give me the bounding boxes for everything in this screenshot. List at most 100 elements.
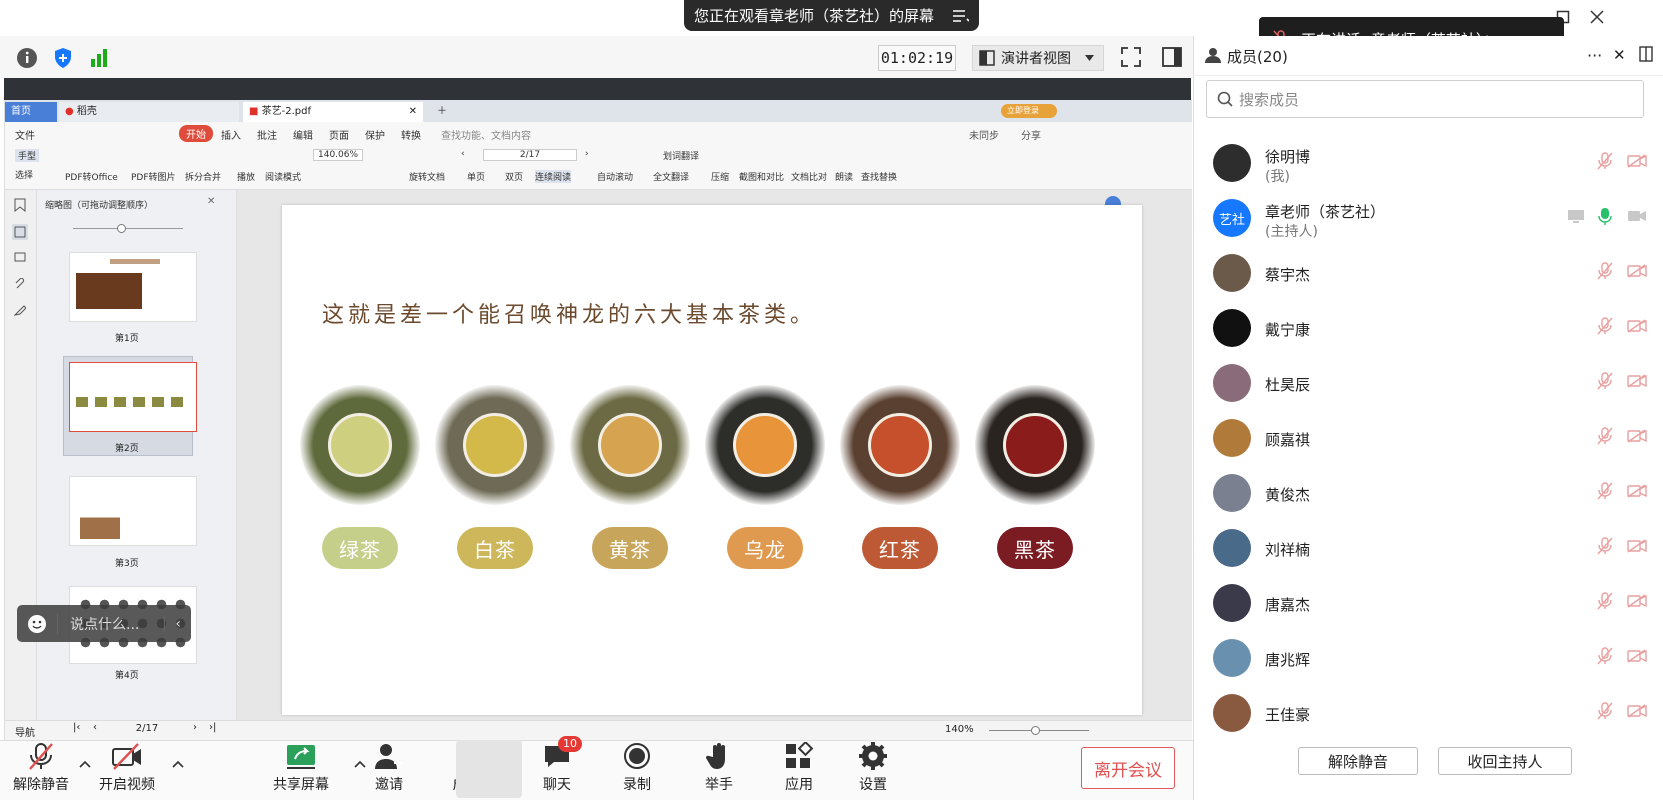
menu-annotate[interactable]: 批注 <box>257 127 277 142</box>
member-row[interactable]: 蔡宇杰 <box>1193 246 1663 301</box>
attachment-icon[interactable] <box>14 278 26 290</box>
tool-find-replace[interactable]: 查找替换 <box>861 170 897 183</box>
tool-play[interactable]: 播放 <box>237 170 255 183</box>
leave-meeting-button[interactable]: 离开会议 <box>1081 747 1175 789</box>
tool-screenshot-compare[interactable]: 截图和对比 <box>739 170 784 183</box>
collapse-icon[interactable]: ‹ <box>164 615 181 632</box>
camera-off-icon[interactable] <box>1627 649 1647 663</box>
thumbnail-page-1[interactable] <box>69 252 197 322</box>
zoom-field[interactable]: 140.06% <box>313 149 364 161</box>
tool-split-merge[interactable]: 拆分合并 <box>185 170 221 183</box>
member-row[interactable]: 刘祥楠 <box>1193 521 1663 576</box>
menu-convert[interactable]: 转换 <box>401 127 421 142</box>
login-button[interactable]: 立即登录 <box>1001 104 1057 118</box>
audio-options-chevron[interactable] <box>79 760 91 768</box>
share-options-chevron[interactable] <box>354 760 366 768</box>
mic-muted-icon[interactable] <box>1597 482 1613 500</box>
danmaku-input[interactable]: 说点什么... ‹ <box>17 605 191 642</box>
camera-off-icon[interactable] <box>1627 594 1647 608</box>
camera-off-icon[interactable] <box>1627 209 1647 223</box>
prev-page-status-icon[interactable]: ‹ <box>93 722 97 733</box>
share-link[interactable]: 分享 <box>1021 127 1041 142</box>
menu-file[interactable]: 文件 <box>15 127 35 142</box>
camera-off-icon[interactable] <box>1627 539 1647 553</box>
next-page-status-icon[interactable]: › <box>193 722 197 733</box>
tool-continuous[interactable]: 连续阅读 <box>535 170 572 183</box>
close-icon[interactable] <box>1590 10 1604 24</box>
thumbnail-icon[interactable] <box>12 224 28 240</box>
signal-icon[interactable] <box>88 47 110 69</box>
mic-on-icon[interactable] <box>1597 207 1613 225</box>
member-row[interactable]: 唐兆辉 <box>1193 631 1663 686</box>
tool-compress[interactable]: 压缩 <box>711 170 729 183</box>
tab-pdf[interactable]: ■ 茶艺-2.pdf ✕ <box>243 102 423 122</box>
share-button[interactable]: 共享屏幕 <box>268 742 334 798</box>
video-button[interactable]: 开启视频 <box>94 742 160 798</box>
tab-daoke[interactable]: ● 稻壳 <box>59 102 239 122</box>
mic-muted-icon[interactable] <box>1597 152 1613 170</box>
settings-button[interactable]: 设置 <box>840 742 906 798</box>
menu-icon[interactable] <box>953 9 969 23</box>
member-row[interactable]: 唐嘉杰 <box>1193 576 1663 631</box>
tool-auto-scroll[interactable]: 自动滚动 <box>597 170 633 183</box>
mic-muted-icon[interactable] <box>1597 317 1613 335</box>
camera-off-icon[interactable] <box>1627 484 1647 498</box>
mic-muted-icon[interactable] <box>1597 427 1613 445</box>
camera-off-icon[interactable] <box>1627 264 1647 278</box>
member-row[interactable]: 艺社 章老师（茶艺社） (主持人) <box>1193 191 1663 246</box>
mic-muted-icon[interactable] <box>1597 702 1613 720</box>
tool-pdf-to-office[interactable]: PDF转Office <box>65 170 118 183</box>
camera-off-icon[interactable] <box>1627 374 1647 388</box>
tab-close-icon[interactable]: ✕ <box>409 102 417 122</box>
invite-button[interactable]: 邀请 <box>356 742 422 798</box>
camera-off-icon[interactable] <box>1627 429 1647 443</box>
reader-search-field[interactable]: 查找功能、文档内容 <box>441 127 531 142</box>
sidebar-toggle-icon[interactable] <box>1162 47 1182 67</box>
tab-home[interactable]: 首页 <box>5 102 57 122</box>
tool-reading-mode[interactable]: 阅读模式 <box>265 170 301 183</box>
tool-select[interactable]: 选择 <box>15 168 33 181</box>
mic-muted-icon[interactable] <box>1597 372 1613 390</box>
mic-muted-icon[interactable] <box>1597 537 1613 555</box>
mute-button[interactable]: 解除静音 <box>8 742 74 798</box>
tool-double-page[interactable]: 双页 <box>505 170 523 183</box>
first-page-icon[interactable]: |‹ <box>73 722 80 733</box>
signature-icon[interactable] <box>14 304 26 316</box>
prev-page-icon[interactable]: ‹ <box>461 149 465 159</box>
tool-word-translate[interactable]: 划词翻译 <box>663 149 699 162</box>
thumbnail-size-slider[interactable] <box>73 228 183 229</box>
apps-button[interactable]: 应用 <box>766 742 832 798</box>
camera-off-icon[interactable] <box>1627 319 1647 333</box>
camera-off-icon[interactable] <box>1627 704 1647 718</box>
menu-page[interactable]: 页面 <box>329 127 349 142</box>
member-row[interactable]: 黄俊杰 <box>1193 466 1663 521</box>
member-row[interactable]: 戴宁康 <box>1193 301 1663 356</box>
status-page-field[interactable]: 2/17 <box>105 723 189 734</box>
unmute-all-button[interactable]: 解除静音 <box>1298 747 1418 775</box>
member-row[interactable]: 王佳豪 <box>1193 686 1663 741</box>
last-page-icon[interactable]: ›| <box>209 722 216 733</box>
slider-thumb[interactable] <box>117 224 126 233</box>
tool-pdf-to-image[interactable]: PDF转图片 <box>131 170 176 183</box>
tool-read-aloud[interactable]: 朗读 <box>835 170 853 183</box>
video-options-chevron[interactable] <box>172 760 184 768</box>
menu-protect[interactable]: 保护 <box>365 127 385 142</box>
thumbnail-close-icon[interactable]: ✕ <box>207 196 215 207</box>
bookmark-icon[interactable] <box>14 198 26 212</box>
camera-off-icon[interactable] <box>1627 154 1647 168</box>
reclaim-host-button[interactable]: 收回主持人 <box>1438 747 1572 775</box>
more-options-icon[interactable]: ··· <box>1587 46 1602 65</box>
tool-hand[interactable]: 手型 <box>15 149 40 162</box>
thumbnail-page-2[interactable] <box>69 362 197 432</box>
tool-doc-compare[interactable]: 文档比对 <box>791 170 827 183</box>
tool-rotate[interactable]: 旋转文档 <box>409 170 445 183</box>
mic-muted-icon[interactable] <box>1597 647 1613 665</box>
nav-toggle[interactable]: 导航 <box>15 724 35 739</box>
sync-status[interactable]: 未同步 <box>969 127 999 142</box>
status-zoom-thumb[interactable] <box>1031 726 1040 735</box>
popout-panel-icon[interactable] <box>1639 46 1653 62</box>
mic-muted-icon[interactable] <box>1597 592 1613 610</box>
close-panel-icon[interactable]: ✕ <box>1613 46 1626 64</box>
menu-insert[interactable]: 插入 <box>221 127 241 142</box>
info-icon[interactable] <box>16 47 38 69</box>
